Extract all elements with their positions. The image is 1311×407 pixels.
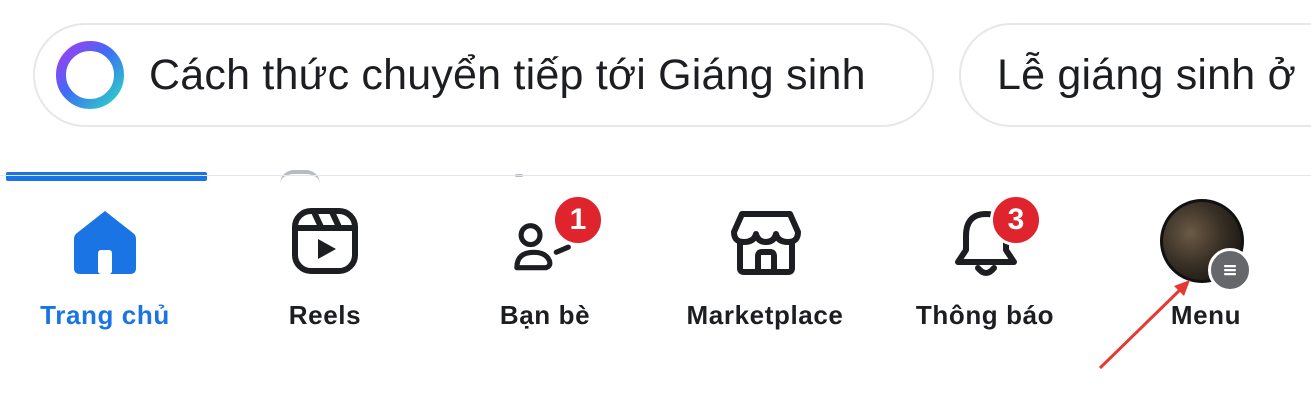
friends-notification-badge: 1 — [552, 194, 604, 246]
notifications-badge: 3 — [990, 194, 1042, 246]
menu-hamburger-icon — [1208, 248, 1252, 292]
suggestion-chip-christmas[interactable]: Lễ giáng sinh ở — [959, 23, 1311, 127]
chip-label: Lễ giáng sinh ở — [997, 50, 1296, 99]
suggestion-chips-row: Cách thức chuyển tiếp tới Giáng sinh Lễ … — [0, 0, 1311, 150]
tab-label: Trang chủ — [40, 300, 170, 330]
tab-marketplace[interactable]: Marketplace — [680, 176, 850, 346]
tab-reels[interactable]: Reels — [240, 176, 410, 346]
tab-label: Bạn bè — [499, 300, 591, 330]
meta-ai-ring-icon — [56, 41, 124, 109]
tab-label: Thông báo — [915, 300, 1055, 330]
annotation-arrow-icon — [1098, 280, 1190, 370]
reels-icon — [292, 208, 358, 274]
tab-notifications[interactable]: 3 Thông báo — [900, 176, 1070, 346]
chip-label: Cách thức chuyển tiếp tới Giáng sinh — [149, 50, 866, 99]
marketplace-icon — [731, 211, 801, 275]
suggestion-chip-christmas-transition[interactable]: Cách thức chuyển tiếp tới Giáng sinh — [33, 23, 934, 127]
tab-friends[interactable]: 1 Bạn bè — [460, 176, 630, 346]
tab-label: Reels — [288, 300, 362, 330]
tab-label: Marketplace — [686, 300, 844, 330]
tab-home[interactable]: Trang chủ — [20, 176, 190, 346]
home-icon — [74, 211, 136, 274]
